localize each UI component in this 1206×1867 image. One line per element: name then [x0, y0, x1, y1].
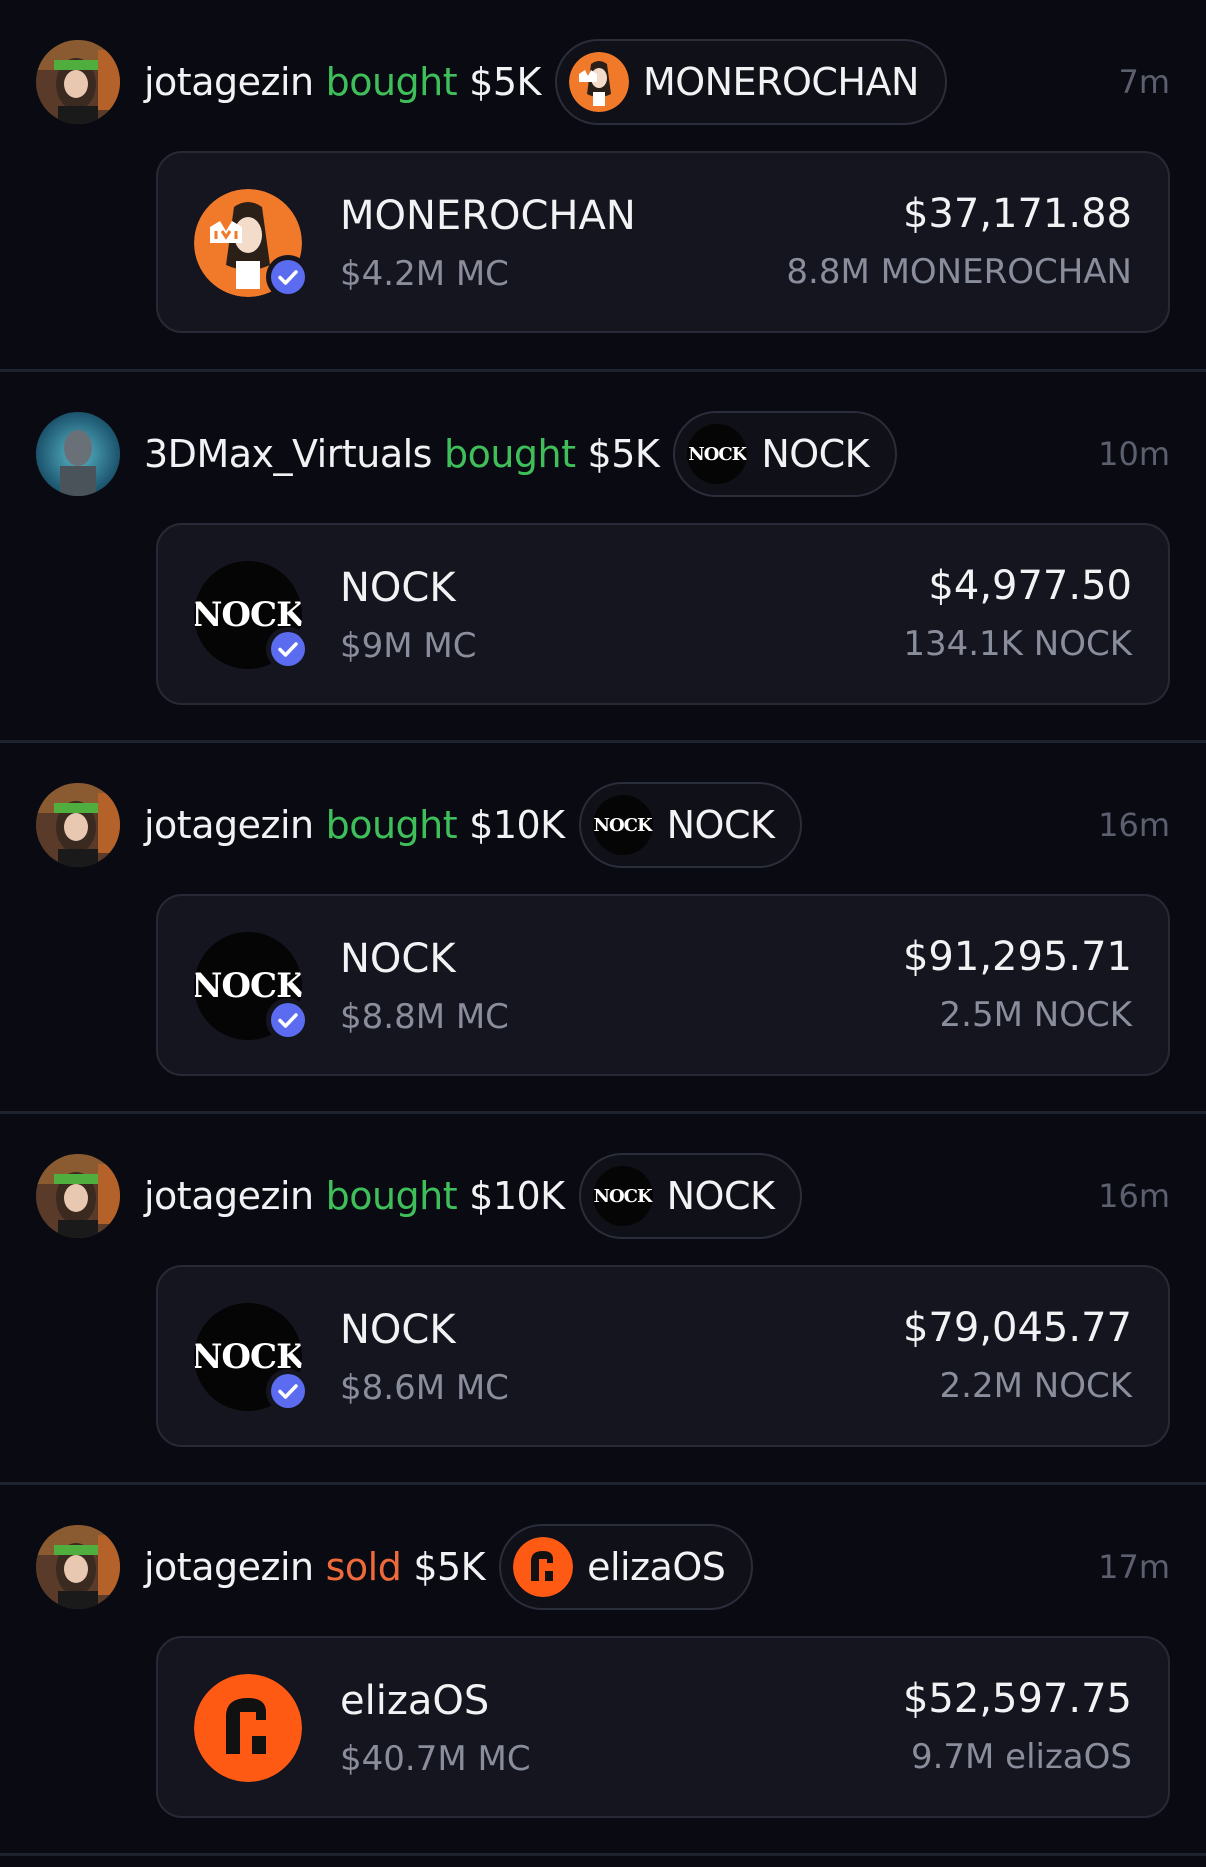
trade-item[interactable]: jotagezin bought $10K NOCK NOCK 16m NOCK [0, 1114, 1206, 1485]
trade-time: 17m [1098, 1548, 1170, 1586]
token-card[interactable]: elizaOS $40.7M MC $52,597.75 9.7M elizaO… [156, 1636, 1170, 1818]
user-avatar-jotagezin[interactable] [36, 783, 120, 867]
trade-amount: $5K [469, 60, 541, 104]
trade-time: 7m [1118, 63, 1170, 101]
token-name: elizaOS [340, 1678, 490, 1724]
username[interactable]: jotagezin [144, 1174, 314, 1218]
trade-amount: $10K [469, 1174, 565, 1218]
market-cap: $40.7M MC [340, 1739, 531, 1779]
usd-value: $4,977.50 [928, 563, 1132, 609]
trade-feed: jotagezin bought $5K MONEROCHAN 7m MONER… [0, 0, 1206, 1856]
token-pill-elizaos[interactable]: elizaOS [499, 1524, 754, 1610]
nock-icon: NOCK [592, 1166, 653, 1226]
nock-wordmark: NOCK [592, 1166, 653, 1226]
token-card[interactable]: NOCK NOCK $8.6M MC $79,045.77 2.2M NOCK [156, 1265, 1170, 1447]
token-pill-label: NOCK [761, 432, 870, 476]
nock-wordmark: NOCK [592, 795, 653, 855]
user-avatar-jotagezin[interactable] [36, 40, 120, 124]
usd-value: $37,171.88 [902, 191, 1132, 237]
token-quantity: 8.8M MONEROCHAN [786, 252, 1132, 292]
token-quantity: 9.7M elizaOS [910, 1737, 1132, 1777]
token-quantity: 134.1K NOCK [903, 624, 1132, 664]
token-pill-label: MONEROCHAN [642, 60, 919, 104]
usd-value: $52,597.75 [902, 1676, 1132, 1722]
trade-header: jotagezin bought $10K NOCK NOCK 16m [36, 780, 1170, 870]
verified-badge-icon [266, 627, 310, 671]
token-pill-monerochan[interactable]: MONEROCHAN [554, 39, 947, 125]
username[interactable]: jotagezin [144, 803, 314, 847]
trade-amount: $10K [469, 803, 565, 847]
token-pill-label: NOCK [666, 1174, 775, 1218]
token-pill-label: NOCK [666, 803, 775, 847]
token-quantity: 2.2M NOCK [939, 1366, 1132, 1406]
monerochan-icon [568, 52, 629, 112]
usd-value: $79,045.77 [902, 1305, 1132, 1351]
token-card[interactable]: NOCK NOCK $9M MC $4,977.50 134.1K NOCK [156, 523, 1170, 705]
trade-header: jotagezin bought $10K NOCK NOCK 16m [36, 1151, 1170, 1241]
trade-item[interactable]: jotagezin sold $5K elizaOS 17m elizaOS $… [0, 1485, 1206, 1856]
nock-icon: NOCK [592, 795, 653, 855]
trade-action: bought [443, 432, 576, 476]
trade-header: jotagezin sold $5K elizaOS 17m [36, 1522, 1170, 1612]
token-pill-nock[interactable]: NOCK NOCK [578, 1153, 803, 1239]
token-card[interactable]: NOCK NOCK $8.8M MC $91,295.71 2.5M NOCK [156, 894, 1170, 1076]
trade-item[interactable]: jotagezin bought $5K MONEROCHAN 7m MONER… [0, 0, 1206, 372]
trade-action: bought [325, 803, 458, 847]
token-pill-label: elizaOS [587, 1545, 726, 1589]
elizaos-logo [194, 1674, 302, 1782]
token-card[interactable]: MONEROCHAN $4.2M MC $37,171.88 8.8M MONE… [156, 151, 1170, 333]
trade-header: 3DMax_Virtuals bought $5K NOCK NOCK 10m [36, 409, 1170, 499]
username[interactable]: 3DMax_Virtuals [144, 432, 432, 476]
username[interactable]: jotagezin [144, 60, 314, 104]
token-pill-nock[interactable]: NOCK NOCK [673, 411, 898, 497]
user-avatar-jotagezin[interactable] [36, 1154, 120, 1238]
trade-time: 16m [1098, 1177, 1170, 1215]
verified-badge-icon [266, 255, 310, 299]
trade-amount: $5K [587, 432, 660, 476]
token-quantity: 2.5M NOCK [939, 995, 1132, 1035]
trade-item[interactable]: jotagezin bought $10K NOCK NOCK 16m NOCK [0, 743, 1206, 1114]
trade-amount: $5K [413, 1545, 486, 1589]
username[interactable]: jotagezin [144, 1545, 314, 1589]
nock-wordmark: NOCK [687, 424, 748, 484]
verified-badge-icon [266, 1369, 310, 1413]
market-cap: $9M MC [340, 626, 477, 666]
trade-header: jotagezin bought $5K MONEROCHAN 7m [36, 37, 1170, 127]
market-cap: $8.6M MC [340, 1368, 509, 1408]
trade-time: 10m [1098, 435, 1170, 473]
market-cap: $8.8M MC [340, 997, 509, 1037]
market-cap: $4.2M MC [340, 254, 509, 294]
token-name: NOCK [340, 565, 456, 611]
elizaos-icon [513, 1537, 574, 1597]
user-avatar-3dmax-virtuals[interactable] [36, 412, 120, 496]
trade-item[interactable]: 3DMax_Virtuals bought $5K NOCK NOCK 10m … [0, 372, 1206, 743]
user-avatar-jotagezin[interactable] [36, 1525, 120, 1609]
nock-icon: NOCK [687, 424, 748, 484]
usd-value: $91,295.71 [902, 934, 1132, 980]
trade-time: 16m [1098, 806, 1170, 844]
token-name: NOCK [340, 1307, 456, 1353]
trade-action: bought [325, 60, 458, 104]
verified-badge-icon [266, 998, 310, 1042]
trade-action: bought [325, 1174, 458, 1218]
token-name: NOCK [340, 936, 456, 982]
token-pill-nock[interactable]: NOCK NOCK [578, 782, 803, 868]
token-name: MONEROCHAN [340, 193, 636, 239]
trade-action: sold [325, 1545, 402, 1589]
